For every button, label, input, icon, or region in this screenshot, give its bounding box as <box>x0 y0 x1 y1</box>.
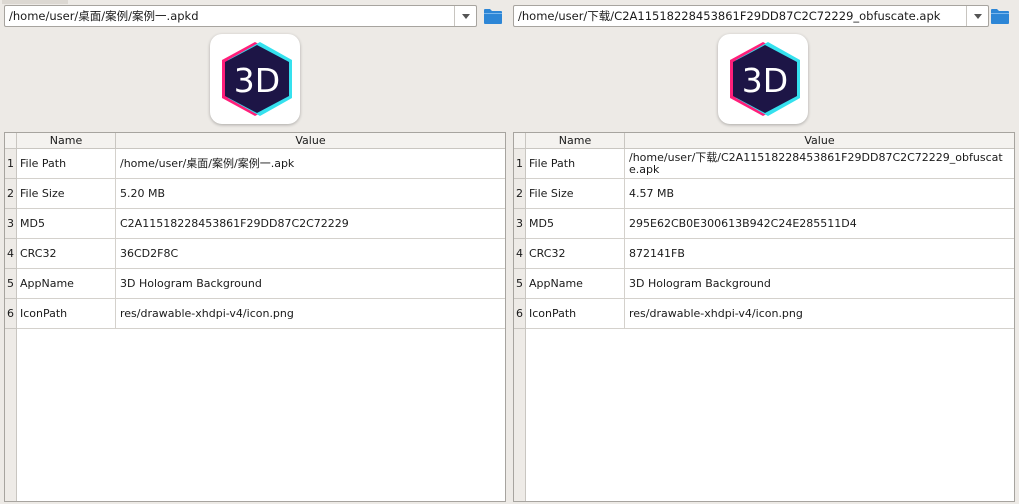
row-number[interactable]: 1 <box>5 149 17 179</box>
cell-value[interactable]: /home/user/下载/C2A11518228453861F29DD87C2… <box>625 149 1014 179</box>
right-file-path-combo[interactable]: /home/user/下载/C2A11518228453861F29DD87C2… <box>513 5 989 27</box>
app-icon: 3D <box>210 34 300 124</box>
table-header: Name Value <box>5 133 505 149</box>
row-number[interactable]: 6 <box>5 299 17 329</box>
chevron-down-icon[interactable] <box>454 6 476 26</box>
cell-name[interactable]: MD5 <box>526 209 625 239</box>
row-number[interactable]: 4 <box>5 239 17 269</box>
folder-icon[interactable] <box>483 7 503 25</box>
app-icon-text: 3D <box>234 61 280 100</box>
table-row[interactable]: 5 AppName 3D Hologram Background <box>514 269 1014 299</box>
cell-name[interactable]: CRC32 <box>17 239 116 269</box>
cell-name[interactable]: CRC32 <box>526 239 625 269</box>
cell-value[interactable]: res/drawable-xhdpi-v4/icon.png <box>625 299 1014 329</box>
cell-name[interactable]: MD5 <box>17 209 116 239</box>
column-header-value[interactable]: Value <box>625 133 1014 149</box>
table-row[interactable]: 2 File Size 5.20 MB <box>5 179 505 209</box>
3d-hologram-app-icon: 3D <box>222 42 292 116</box>
table-row[interactable]: 2 File Size 4.57 MB <box>514 179 1014 209</box>
row-number[interactable]: 1 <box>514 149 526 179</box>
cell-value[interactable]: 295E62CB0E300613B942C24E285511D4 <box>625 209 1014 239</box>
row-number[interactable]: 6 <box>514 299 526 329</box>
cell-name[interactable]: AppName <box>526 269 625 299</box>
cell-value[interactable]: /home/user/桌面/案例/案例一.apk <box>116 149 505 179</box>
cell-name[interactable]: File Size <box>17 179 116 209</box>
row-number[interactable]: 3 <box>514 209 526 239</box>
table-row[interactable]: 3 MD5 C2A11518228453861F29DD87C2C72229 <box>5 209 505 239</box>
left-info-table: Name Value 1 File Path /home/user/桌面/案例/… <box>4 132 506 502</box>
column-header-value[interactable]: Value <box>116 133 505 149</box>
row-number[interactable]: 2 <box>5 179 17 209</box>
table-row[interactable]: 5 AppName 3D Hologram Background <box>5 269 505 299</box>
cell-value[interactable]: 36CD2F8C <box>116 239 505 269</box>
table-row[interactable]: 1 File Path /home/user/桌面/案例/案例一.apk <box>5 149 505 179</box>
table-row[interactable]: 6 IconPath res/drawable-xhdpi-v4/icon.pn… <box>514 299 1014 329</box>
cell-value[interactable]: 3D Hologram Background <box>116 269 505 299</box>
row-number[interactable]: 3 <box>5 209 17 239</box>
table-header: Name Value <box>514 133 1014 149</box>
cell-value[interactable]: 872141FB <box>625 239 1014 269</box>
cell-name[interactable]: File Path <box>526 149 625 179</box>
cell-value[interactable]: C2A11518228453861F29DD87C2C72229 <box>116 209 505 239</box>
table-corner[interactable] <box>514 133 526 149</box>
cell-name[interactable]: File Path <box>17 149 116 179</box>
row-number[interactable]: 4 <box>514 239 526 269</box>
right-info-table: Name Value 1 File Path /home/user/下载/C2A… <box>513 132 1015 502</box>
left-file-path-text: /home/user/桌面/案例/案例一.apkd <box>9 9 199 23</box>
cell-name[interactable]: File Size <box>526 179 625 209</box>
folder-icon[interactable] <box>990 7 1010 25</box>
app-icon-text: 3D <box>742 61 788 100</box>
table-row[interactable]: 3 MD5 295E62CB0E300613B942C24E285511D4 <box>514 209 1014 239</box>
cell-value[interactable]: res/drawable-xhdpi-v4/icon.png <box>116 299 505 329</box>
left-apk-pane: /home/user/桌面/案例/案例一.apkd 3D Name Value … <box>0 0 510 504</box>
table-row[interactable]: 4 CRC32 36CD2F8C <box>5 239 505 269</box>
column-header-name[interactable]: Name <box>526 133 625 149</box>
cell-value[interactable]: 5.20 MB <box>116 179 505 209</box>
cell-value[interactable]: 4.57 MB <box>625 179 1014 209</box>
row-number[interactable]: 5 <box>5 269 17 299</box>
app-icon: 3D <box>718 34 808 124</box>
cell-value[interactable]: 3D Hologram Background <box>625 269 1014 299</box>
column-header-name[interactable]: Name <box>17 133 116 149</box>
row-number[interactable]: 2 <box>514 179 526 209</box>
3d-hologram-app-icon: 3D <box>730 42 800 116</box>
cell-name[interactable]: AppName <box>17 269 116 299</box>
pane-tab-strip <box>2 0 68 4</box>
chevron-down-icon[interactable] <box>966 6 988 26</box>
left-file-path-combo[interactable]: /home/user/桌面/案例/案例一.apkd <box>4 5 477 27</box>
right-apk-pane: /home/user/下载/C2A11518228453861F29DD87C2… <box>509 0 1019 504</box>
cell-name[interactable]: IconPath <box>526 299 625 329</box>
table-row[interactable]: 4 CRC32 872141FB <box>514 239 1014 269</box>
right-file-path-text: /home/user/下载/C2A11518228453861F29DD87C2… <box>518 9 941 23</box>
table-row[interactable]: 6 IconPath res/drawable-xhdpi-v4/icon.pn… <box>5 299 505 329</box>
table-corner[interactable] <box>5 133 17 149</box>
cell-name[interactable]: IconPath <box>17 299 116 329</box>
table-row[interactable]: 1 File Path /home/user/下载/C2A11518228453… <box>514 149 1014 179</box>
row-number[interactable]: 5 <box>514 269 526 299</box>
